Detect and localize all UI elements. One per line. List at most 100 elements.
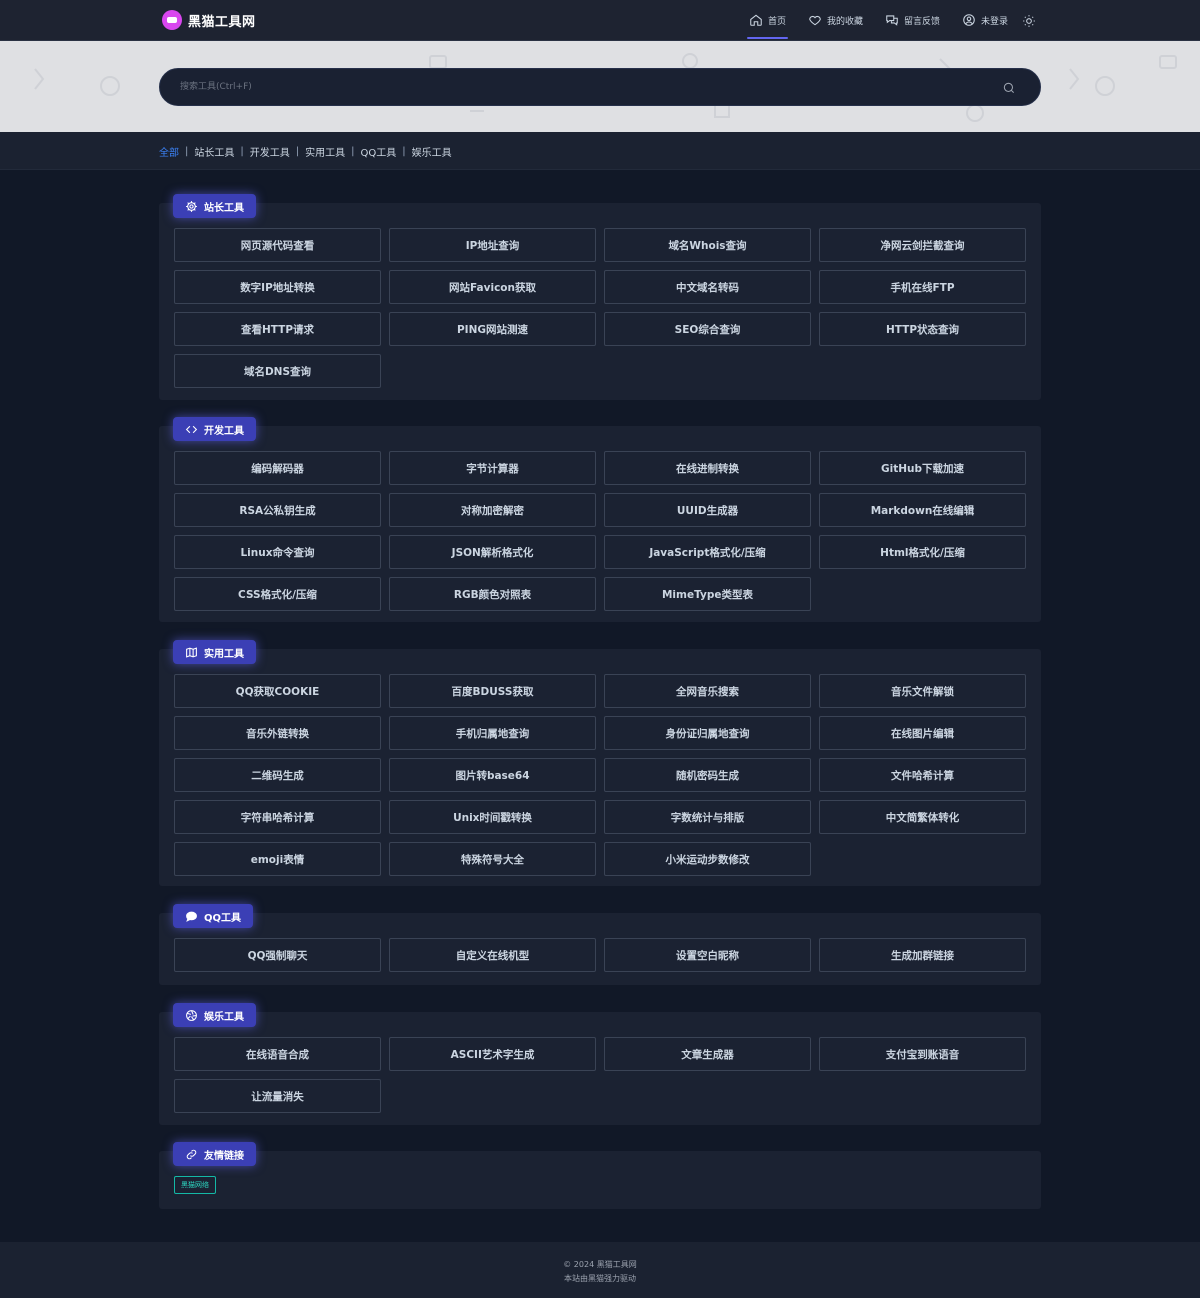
theme-toggle[interactable] <box>1022 13 1036 27</box>
tool-button[interactable]: 支付宝到账语音 <box>819 1037 1026 1071</box>
tool-button[interactable]: 网页源代码查看 <box>174 228 381 262</box>
tool-button[interactable]: 域名DNS查询 <box>174 354 381 388</box>
category-all[interactable]: 全部 <box>159 144 179 159</box>
top-navbar: 黑猫工具网 首页 我的收藏 留言反馈 未登录 <box>0 0 1200 41</box>
tool-button[interactable]: 数字IP地址转换 <box>174 270 381 304</box>
footer-copyright: © 2024 黑猫工具网 <box>563 1260 637 1269</box>
tool-button[interactable]: RGB颜色对照表 <box>389 577 596 611</box>
section-dev-tools: 开发工具 编码解码器 字节计算器 在线进制转换 GitHub下载加速 RSA公私钥生成对… <box>159 417 1041 622</box>
footer: © 2024 黑猫工具网 本站由黑猫强力驱动 <box>0 1242 1200 1298</box>
tool-button[interactable]: 网站Favicon获取 <box>389 270 596 304</box>
tool-button[interactable]: Unix时间戳转换 <box>389 800 596 834</box>
tool-button[interactable]: PING网站测速 <box>389 312 596 346</box>
section-title: 实用工具 <box>204 648 244 660</box>
tool-button[interactable]: 对称加密解密 <box>389 493 596 527</box>
category-separator: | <box>295 146 300 157</box>
tool-button[interactable]: JavaScript格式化/压缩 <box>604 535 811 569</box>
section-title-badge: 娱乐工具 <box>173 1003 256 1027</box>
section-title: QQ工具 <box>204 912 242 924</box>
tool-button[interactable]: 在线语音合成 <box>174 1037 381 1071</box>
tool-button[interactable]: 小米运动步数修改 <box>604 842 811 876</box>
nav-home[interactable]: 首页 <box>746 0 788 40</box>
tool-grid: 编码解码器 字节计算器 在线进制转换 GitHub下载加速 RSA公私钥生成 对称加密解密… <box>174 451 1026 611</box>
section-title-badge: 友情链接 <box>173 1142 256 1166</box>
tool-button[interactable]: 设置空白昵称 <box>604 938 811 972</box>
search-button[interactable] <box>1002 80 1016 94</box>
main-nav: 首页 我的收藏 留言反馈 未登录 <box>727 0 1036 40</box>
tool-button[interactable]: 编码解码器 <box>174 451 381 485</box>
tool-button[interactable]: 生成加群链接 <box>819 938 1026 972</box>
tool-button[interactable]: 文件哈希计算 <box>819 758 1026 792</box>
message-icon <box>186 911 197 922</box>
tool-button[interactable]: 图片转base64 <box>389 758 596 792</box>
tool-button[interactable]: 百度BDUSS获取 <box>389 674 596 708</box>
tool-button[interactable]: 手机归属地查询 <box>389 716 596 750</box>
friend-link[interactable]: 黑猫网络 <box>174 1176 216 1194</box>
tool-button[interactable]: 中文域名转码 <box>604 270 811 304</box>
category-utility[interactable]: 实用工具 <box>305 144 345 159</box>
tool-button[interactable]: SEO综合查询 <box>604 312 811 346</box>
tool-button[interactable]: 查看HTTP请求 <box>174 312 381 346</box>
tool-button[interactable]: GitHub下载加速 <box>819 451 1026 485</box>
section-webmaster-tools: 站长工具 网页源代码查看 IP地址查询 域名Whois查询 净网云剑拦截查询数字IP地… <box>159 194 1041 400</box>
category-filters: 全部 | 站长工具 | 开发工具 | 实用工具 | QQ工具 | 娱乐工具 <box>159 144 452 159</box>
section-utility-tools: 实用工具 QQ获取COOKIE 百度BDUSS获取 全网音乐搜索 音乐文件解锁音乐外链… <box>159 640 1041 886</box>
tool-grid: 网页源代码查看 IP地址查询 域名Whois查询 净网云剑拦截查询数字IP地址转换 网站… <box>174 228 1026 388</box>
tool-button[interactable]: 全网音乐搜索 <box>604 674 811 708</box>
nav-home-label: 首页 <box>767 16 786 27</box>
logo-text: 黑猫工具网 <box>188 14 256 30</box>
cat-logo-icon <box>162 10 182 30</box>
nav-feedback[interactable]: 留言反馈 <box>885 0 940 40</box>
tool-button[interactable]: 音乐外链转换 <box>174 716 381 750</box>
tool-button[interactable]: JSON解析格式化 <box>389 535 596 569</box>
heart-icon <box>809 15 821 26</box>
search-input[interactable] <box>180 69 980 105</box>
tool-button[interactable]: 中文简繁体转化 <box>819 800 1026 834</box>
section-title-badge: 开发工具 <box>173 417 256 441</box>
logo[interactable]: 黑猫工具网 <box>162 9 256 31</box>
tool-button[interactable]: 在线进制转换 <box>604 451 811 485</box>
tool-button[interactable]: Html格式化/压缩 <box>819 535 1026 569</box>
tool-button[interactable]: 音乐文件解锁 <box>819 674 1026 708</box>
tool-button[interactable]: 净网云剑拦截查询 <box>819 228 1026 262</box>
tool-button[interactable]: 自定义在线机型 <box>389 938 596 972</box>
tool-button[interactable]: 让流量消失 <box>174 1079 381 1113</box>
chat-icon <box>886 15 898 26</box>
tool-button[interactable]: 域名Whois查询 <box>604 228 811 262</box>
tool-button[interactable]: 字符串哈希计算 <box>174 800 381 834</box>
section-friend-links: 友情链接 黑猫网络 <box>159 1142 1041 1209</box>
tool-button[interactable]: HTTP状态查询 <box>819 312 1026 346</box>
tool-button[interactable]: Markdown在线编辑 <box>819 493 1026 527</box>
search-bar <box>159 68 1041 106</box>
tool-button[interactable]: 身份证归属地查询 <box>604 716 811 750</box>
gear-icon <box>186 200 197 212</box>
hero-banner <box>0 41 1200 132</box>
tool-button[interactable]: 特殊符号大全 <box>389 842 596 876</box>
section-title-badge: 实用工具 <box>173 640 256 664</box>
tool-button[interactable]: 随机密码生成 <box>604 758 811 792</box>
tool-button[interactable]: ASCII艺术字生成 <box>389 1037 596 1071</box>
section-title: 站长工具 <box>204 202 244 214</box>
category-fun[interactable]: 娱乐工具 <box>412 144 452 159</box>
category-dev[interactable]: 开发工具 <box>250 144 290 159</box>
nav-favorites[interactable]: 我的收藏 <box>808 0 863 40</box>
tool-button[interactable]: RSA公私钥生成 <box>174 493 381 527</box>
tool-button[interactable]: QQ强制聊天 <box>174 938 381 972</box>
tool-button[interactable]: MimeType类型表 <box>604 577 811 611</box>
tool-button[interactable]: 字节计算器 <box>389 451 596 485</box>
tool-button[interactable]: 文章生成器 <box>604 1037 811 1071</box>
nav-login[interactable]: 未登录 <box>962 0 1008 40</box>
tool-button[interactable]: emoji表情 <box>174 842 381 876</box>
tool-button[interactable]: 二维码生成 <box>174 758 381 792</box>
tool-button[interactable]: UUID生成器 <box>604 493 811 527</box>
tool-button[interactable]: Linux命令查询 <box>174 535 381 569</box>
tool-button[interactable]: QQ获取COOKIE <box>174 674 381 708</box>
section-title: 娱乐工具 <box>204 1011 244 1023</box>
category-qq[interactable]: QQ工具 <box>361 144 397 159</box>
tool-button[interactable]: IP地址查询 <box>389 228 596 262</box>
category-webmaster[interactable]: 站长工具 <box>194 144 234 159</box>
tool-button[interactable]: 手机在线FTP <box>819 270 1026 304</box>
tool-button[interactable]: 字数统计与排版 <box>604 800 811 834</box>
tool-button[interactable]: CSS格式化/压缩 <box>174 577 381 611</box>
tool-button[interactable]: 在线图片编辑 <box>819 716 1026 750</box>
